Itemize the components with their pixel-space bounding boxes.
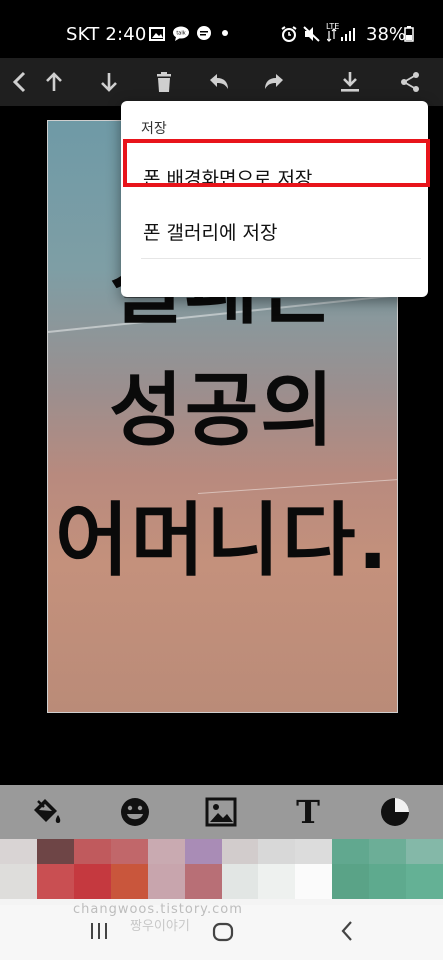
download-button[interactable]	[330, 58, 370, 106]
color-swatch[interactable]	[110, 839, 148, 864]
quote-line-2[interactable]: 성공의	[48, 371, 397, 451]
color-swatch[interactable]	[369, 864, 407, 899]
color-swatch[interactable]	[332, 839, 370, 864]
share-icon	[401, 72, 419, 92]
color-swatch[interactable]	[147, 839, 185, 864]
battery-icon	[404, 26, 420, 42]
color-swatch[interactable]	[221, 839, 259, 864]
home-button[interactable]	[210, 919, 236, 945]
color-swatch[interactable]	[221, 864, 259, 899]
status-bar: SKT 2:40 talk LTE 38%	[0, 0, 443, 58]
image-tool[interactable]	[203, 794, 239, 830]
color-swatch[interactable]	[147, 864, 185, 899]
color-swatch[interactable]	[36, 839, 74, 864]
battery-percent: 38%	[366, 24, 407, 45]
more-notifications-dot-icon	[222, 30, 228, 36]
save-menu: 저장 폰 배경화면으로 저장 폰 갤러리에 저장	[121, 101, 428, 297]
text-tool[interactable]: T	[290, 793, 326, 831]
undo-button[interactable]	[199, 58, 239, 106]
color-swatch[interactable]	[73, 864, 111, 899]
recent-apps-button[interactable]	[86, 919, 112, 943]
paint-bucket-icon	[34, 799, 61, 823]
save-to-gallery-label: 폰 갤러리에 저장	[143, 221, 278, 244]
gallery-notification-icon	[149, 26, 165, 41]
color-swatch[interactable]	[36, 864, 74, 899]
talk-notification-icon: talk	[172, 26, 189, 41]
color-swatch[interactable]	[0, 864, 37, 899]
redo-icon	[265, 74, 283, 89]
signal-icon	[326, 27, 355, 42]
color-swatch[interactable]	[73, 839, 111, 864]
text-icon: T	[296, 793, 320, 831]
color-swatch[interactable]	[258, 864, 296, 899]
color-swatch[interactable]	[110, 864, 148, 899]
share-button[interactable]	[390, 58, 430, 106]
recent-apps-icon	[91, 923, 107, 939]
redo-button[interactable]	[254, 58, 294, 106]
back-icon	[341, 921, 352, 941]
carrier-time: SKT 2:40	[66, 24, 147, 45]
emoji-icon	[121, 798, 149, 826]
edit-tools-bar: T	[0, 785, 443, 839]
image-icon	[205, 797, 237, 827]
navigation-bar: changwoos.tistory.com 짱우이야기	[0, 902, 443, 960]
opacity-tool[interactable]	[377, 794, 413, 830]
color-swatch[interactable]	[332, 864, 370, 899]
sticker-tool[interactable]	[117, 794, 153, 830]
color-swatch[interactable]	[295, 839, 333, 864]
move-down-button[interactable]	[89, 58, 129, 106]
watermark-name: 짱우이야기	[130, 919, 190, 934]
svg-text:talk: talk	[176, 31, 185, 37]
mute-icon	[303, 26, 320, 42]
alarm-icon	[281, 26, 297, 42]
arrow-down-icon	[101, 73, 117, 92]
message-notification-icon	[196, 26, 212, 40]
trash-icon	[157, 72, 171, 92]
color-swatch[interactable]	[406, 839, 443, 864]
quote-line-3[interactable]: 어머니다.	[48, 501, 397, 581]
color-swatch[interactable]	[406, 864, 443, 899]
move-up-button[interactable]	[34, 58, 74, 106]
save-to-gallery-item[interactable]: 폰 갤러리에 저장	[121, 204, 428, 258]
save-menu-title: 저장	[141, 121, 167, 137]
menu-divider	[141, 258, 421, 259]
opacity-icon	[381, 798, 409, 826]
editor-toolbar	[0, 58, 443, 106]
color-swatch[interactable]	[184, 864, 222, 899]
color-swatch[interactable]	[0, 839, 37, 864]
color-swatch[interactable]	[258, 839, 296, 864]
color-swatch[interactable]	[295, 864, 333, 899]
delete-button[interactable]	[144, 58, 184, 106]
chevron-left-icon	[12, 71, 26, 93]
back-nav-button[interactable]	[335, 918, 361, 944]
background-color-tool[interactable]	[29, 794, 65, 830]
highlight-box	[123, 139, 430, 187]
arrow-up-icon	[46, 72, 62, 91]
color-palette	[0, 839, 443, 905]
home-icon	[212, 922, 234, 942]
color-swatch[interactable]	[369, 839, 407, 864]
cloud-streak	[197, 477, 397, 494]
download-icon	[341, 72, 359, 92]
undo-icon	[210, 74, 228, 89]
color-swatch[interactable]	[184, 839, 222, 864]
